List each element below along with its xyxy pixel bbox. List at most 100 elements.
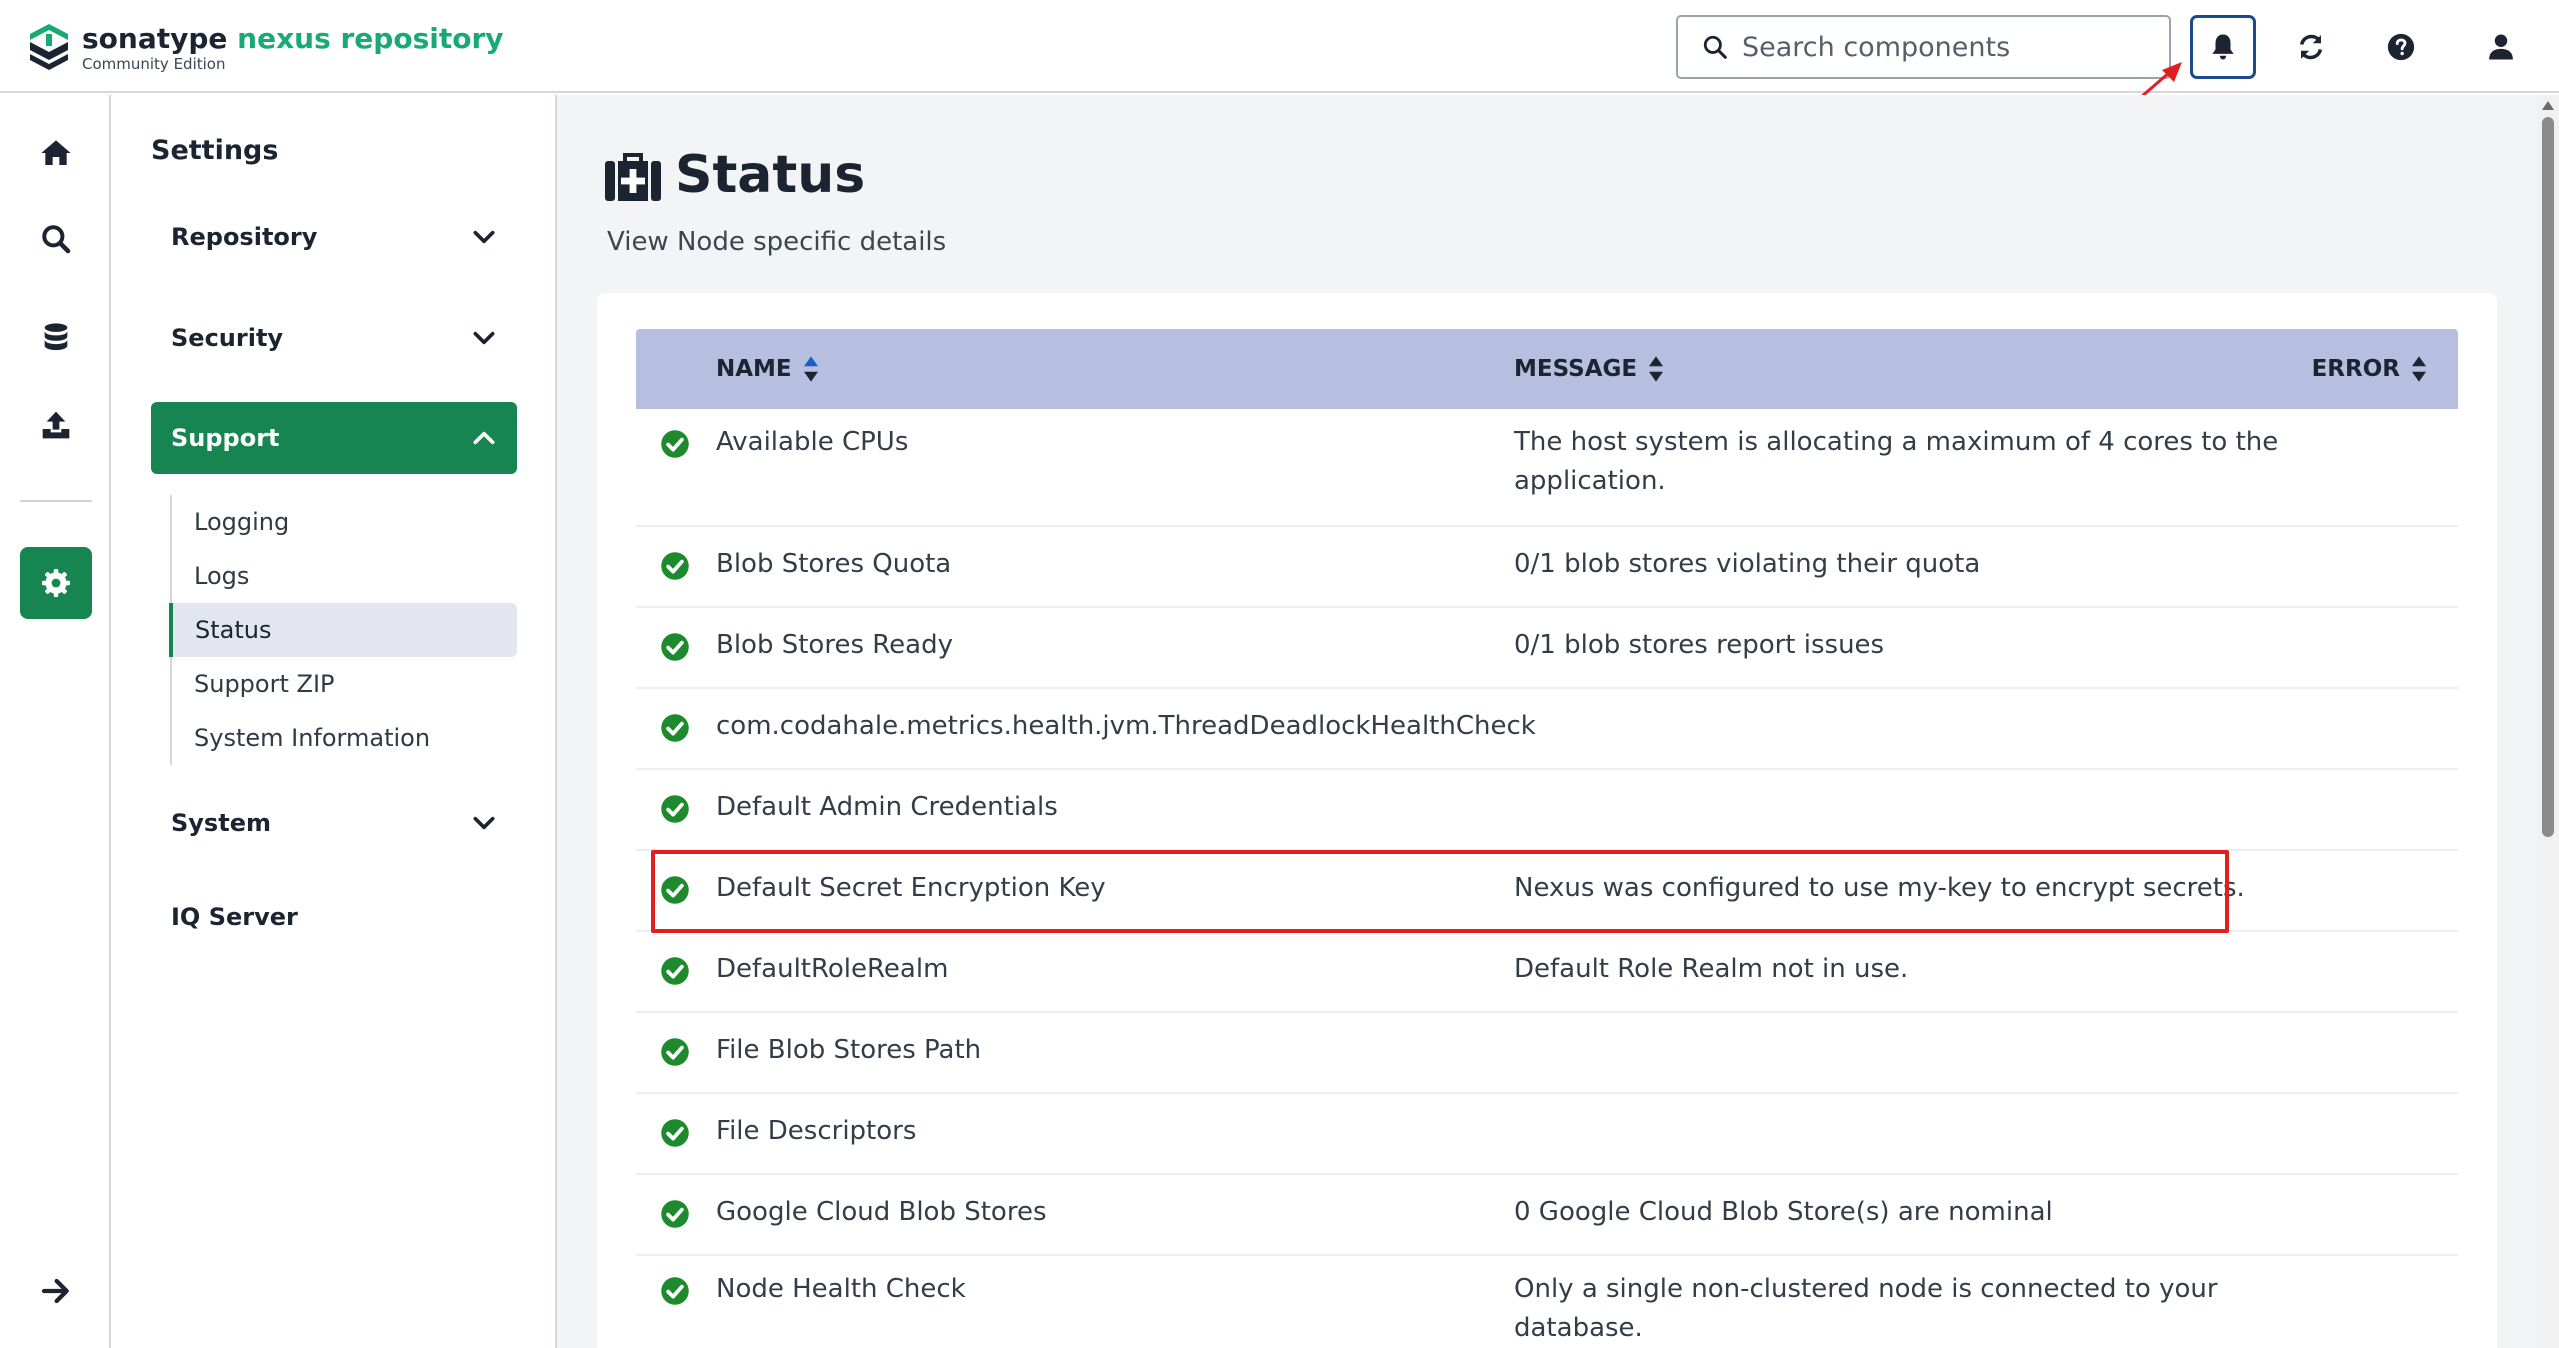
sidebar-item-logs[interactable]: Logs bbox=[172, 549, 517, 603]
rail-divider bbox=[20, 500, 92, 502]
icon-rail bbox=[0, 95, 111, 1348]
search-icon bbox=[1703, 35, 1727, 59]
sidebar-section-label: Support bbox=[171, 424, 280, 452]
chevron-down-icon bbox=[473, 331, 495, 345]
check-circle-icon bbox=[661, 795, 689, 823]
notifications-button[interactable] bbox=[2190, 15, 2256, 79]
sidebar-section-security[interactable]: Security bbox=[151, 302, 517, 374]
check-circle-icon bbox=[661, 1277, 689, 1305]
rail-search[interactable] bbox=[20, 203, 92, 275]
table-row[interactable]: Google Cloud Blob Stores 0 Google Cloud B… bbox=[636, 1175, 2458, 1256]
sidebar-section-repository[interactable]: Repository bbox=[151, 201, 517, 273]
sort-icon bbox=[2412, 356, 2426, 382]
settings-sidebar: Settings Repository Security Support Log… bbox=[111, 95, 557, 1348]
check-circle-icon bbox=[661, 633, 689, 661]
help-icon bbox=[2387, 33, 2415, 61]
cell-name: Blob Stores Quota bbox=[716, 549, 952, 579]
table-row[interactable]: Blob Stores Quota 0/1 blob stores violati… bbox=[636, 527, 2458, 608]
table-row[interactable]: DefaultRoleRealm Default Role Realm not i… bbox=[636, 932, 2458, 1013]
scroll-thumb[interactable] bbox=[2542, 117, 2554, 837]
column-header-label: ERROR bbox=[2311, 356, 2400, 382]
cell-message: Default Role Realm not in use. bbox=[1514, 954, 1909, 984]
table-row[interactable]: File Descriptors bbox=[636, 1094, 2458, 1175]
chevron-down-icon bbox=[473, 230, 495, 244]
app-logo[interactable]: sonatype nexus repository Community Edit… bbox=[26, 18, 504, 78]
cell-name: Blob Stores Ready bbox=[716, 630, 953, 660]
sidebar-section-support[interactable]: Support bbox=[151, 402, 517, 474]
check-circle-icon bbox=[661, 1038, 689, 1066]
page-scrollbar[interactable] bbox=[2537, 95, 2559, 1348]
check-circle-icon bbox=[661, 876, 689, 904]
settings-gear-icon bbox=[42, 569, 70, 597]
status-card: NAME MESSAGE ERROR Available CPUs The ho… bbox=[597, 293, 2497, 1348]
check-circle-icon bbox=[661, 552, 689, 580]
table-row[interactable]: Available CPUs The host system is allocat… bbox=[636, 409, 2458, 527]
rail-expand[interactable] bbox=[20, 1255, 92, 1327]
table-row[interactable]: com.codahale.metrics.health.jvm.ThreadDe… bbox=[636, 689, 2458, 770]
home-icon bbox=[41, 140, 71, 165]
medkit-icon bbox=[605, 153, 661, 201]
column-header-name[interactable]: NAME bbox=[716, 355, 820, 383]
column-header-error[interactable]: ERROR bbox=[2312, 355, 2428, 383]
help-button[interactable] bbox=[2368, 15, 2434, 79]
sidebar-section-system[interactable]: System bbox=[151, 787, 517, 859]
rail-home[interactable] bbox=[20, 117, 92, 189]
table-header: NAME MESSAGE ERROR bbox=[636, 329, 2458, 409]
cell-message: 0/1 blob stores report issues bbox=[1514, 630, 1885, 660]
cell-name: com.codahale.metrics.health.jvm.ThreadDe… bbox=[716, 711, 1536, 741]
column-header-label: MESSAGE bbox=[1514, 356, 1638, 382]
sidebar-section-label: Security bbox=[171, 324, 284, 352]
rail-upload[interactable] bbox=[20, 389, 92, 461]
main-content: Status View Node specific details NAME M… bbox=[557, 95, 2537, 1348]
user-icon bbox=[2489, 34, 2513, 60]
user-button[interactable] bbox=[2468, 15, 2534, 79]
refresh-icon bbox=[2299, 34, 2323, 60]
sidebar-item-system-information[interactable]: System Information bbox=[172, 711, 517, 765]
status-table: NAME MESSAGE ERROR Available CPUs The ho… bbox=[636, 329, 2458, 1348]
cell-message: Nexus was configured to use my-key to en… bbox=[1514, 873, 2245, 903]
expand-arrow-icon bbox=[41, 1278, 69, 1304]
cell-name: File Descriptors bbox=[716, 1116, 917, 1146]
sort-icon bbox=[1649, 356, 1664, 382]
page-title: Status bbox=[675, 145, 866, 205]
cell-message: Only a single non-clustered node is conn… bbox=[1514, 1274, 2218, 1343]
table-row[interactable]: Node Health Check Only a single non-clust… bbox=[636, 1256, 2458, 1348]
chevron-up-icon bbox=[473, 431, 495, 445]
page-subtitle: View Node specific details bbox=[607, 227, 947, 257]
sidebar-section-label: System bbox=[171, 809, 271, 837]
logo-brand-nexus: nexus repository bbox=[237, 21, 504, 55]
upload-icon bbox=[42, 411, 70, 439]
logo-edition: Community Edition bbox=[82, 54, 226, 73]
cell-name: File Blob Stores Path bbox=[716, 1035, 982, 1065]
cell-message: 0/1 blob stores violating their quota bbox=[1514, 549, 1981, 579]
search-icon bbox=[42, 225, 71, 254]
sort-asc-icon bbox=[803, 356, 818, 382]
support-submenu: Logging Logs Status Support ZIP System I… bbox=[169, 495, 517, 765]
table-row[interactable]: Blob Stores Ready 0/1 blob stores report … bbox=[636, 608, 2458, 689]
cell-name: Default Secret Encryption Key bbox=[716, 873, 1106, 903]
check-circle-icon bbox=[661, 430, 689, 458]
cell-name: Default Admin Credentials bbox=[716, 792, 1058, 822]
rail-settings[interactable] bbox=[20, 547, 92, 619]
sidebar-item-logging[interactable]: Logging bbox=[172, 495, 517, 549]
column-header-label: NAME bbox=[716, 356, 792, 382]
cell-message: 0 Google Cloud Blob Store(s) are nominal bbox=[1514, 1197, 2053, 1227]
cell-name: Available CPUs bbox=[716, 427, 909, 457]
page-header: Status bbox=[605, 145, 865, 205]
table-row[interactable]: File Blob Stores Path bbox=[636, 1013, 2458, 1094]
scroll-up-arrow-icon[interactable] bbox=[2542, 101, 2554, 110]
check-circle-icon bbox=[661, 714, 689, 742]
sidebar-item-status[interactable]: Status bbox=[169, 603, 517, 657]
sidebar-title: Settings bbox=[151, 135, 279, 166]
check-circle-icon bbox=[661, 957, 689, 985]
sidebar-item-support-zip[interactable]: Support ZIP bbox=[172, 657, 517, 711]
table-row[interactable]: Default Admin Credentials bbox=[636, 770, 2458, 851]
database-icon bbox=[44, 323, 68, 351]
sonatype-logo-icon bbox=[30, 24, 68, 70]
sidebar-item-iq-server[interactable]: IQ Server bbox=[171, 903, 298, 931]
check-circle-icon bbox=[661, 1119, 689, 1147]
refresh-button[interactable] bbox=[2278, 15, 2344, 79]
table-row[interactable]: Default Secret Encryption Key Nexus was c… bbox=[636, 851, 2458, 932]
rail-browse[interactable] bbox=[20, 301, 92, 373]
column-header-message[interactable]: MESSAGE bbox=[1514, 355, 1665, 383]
